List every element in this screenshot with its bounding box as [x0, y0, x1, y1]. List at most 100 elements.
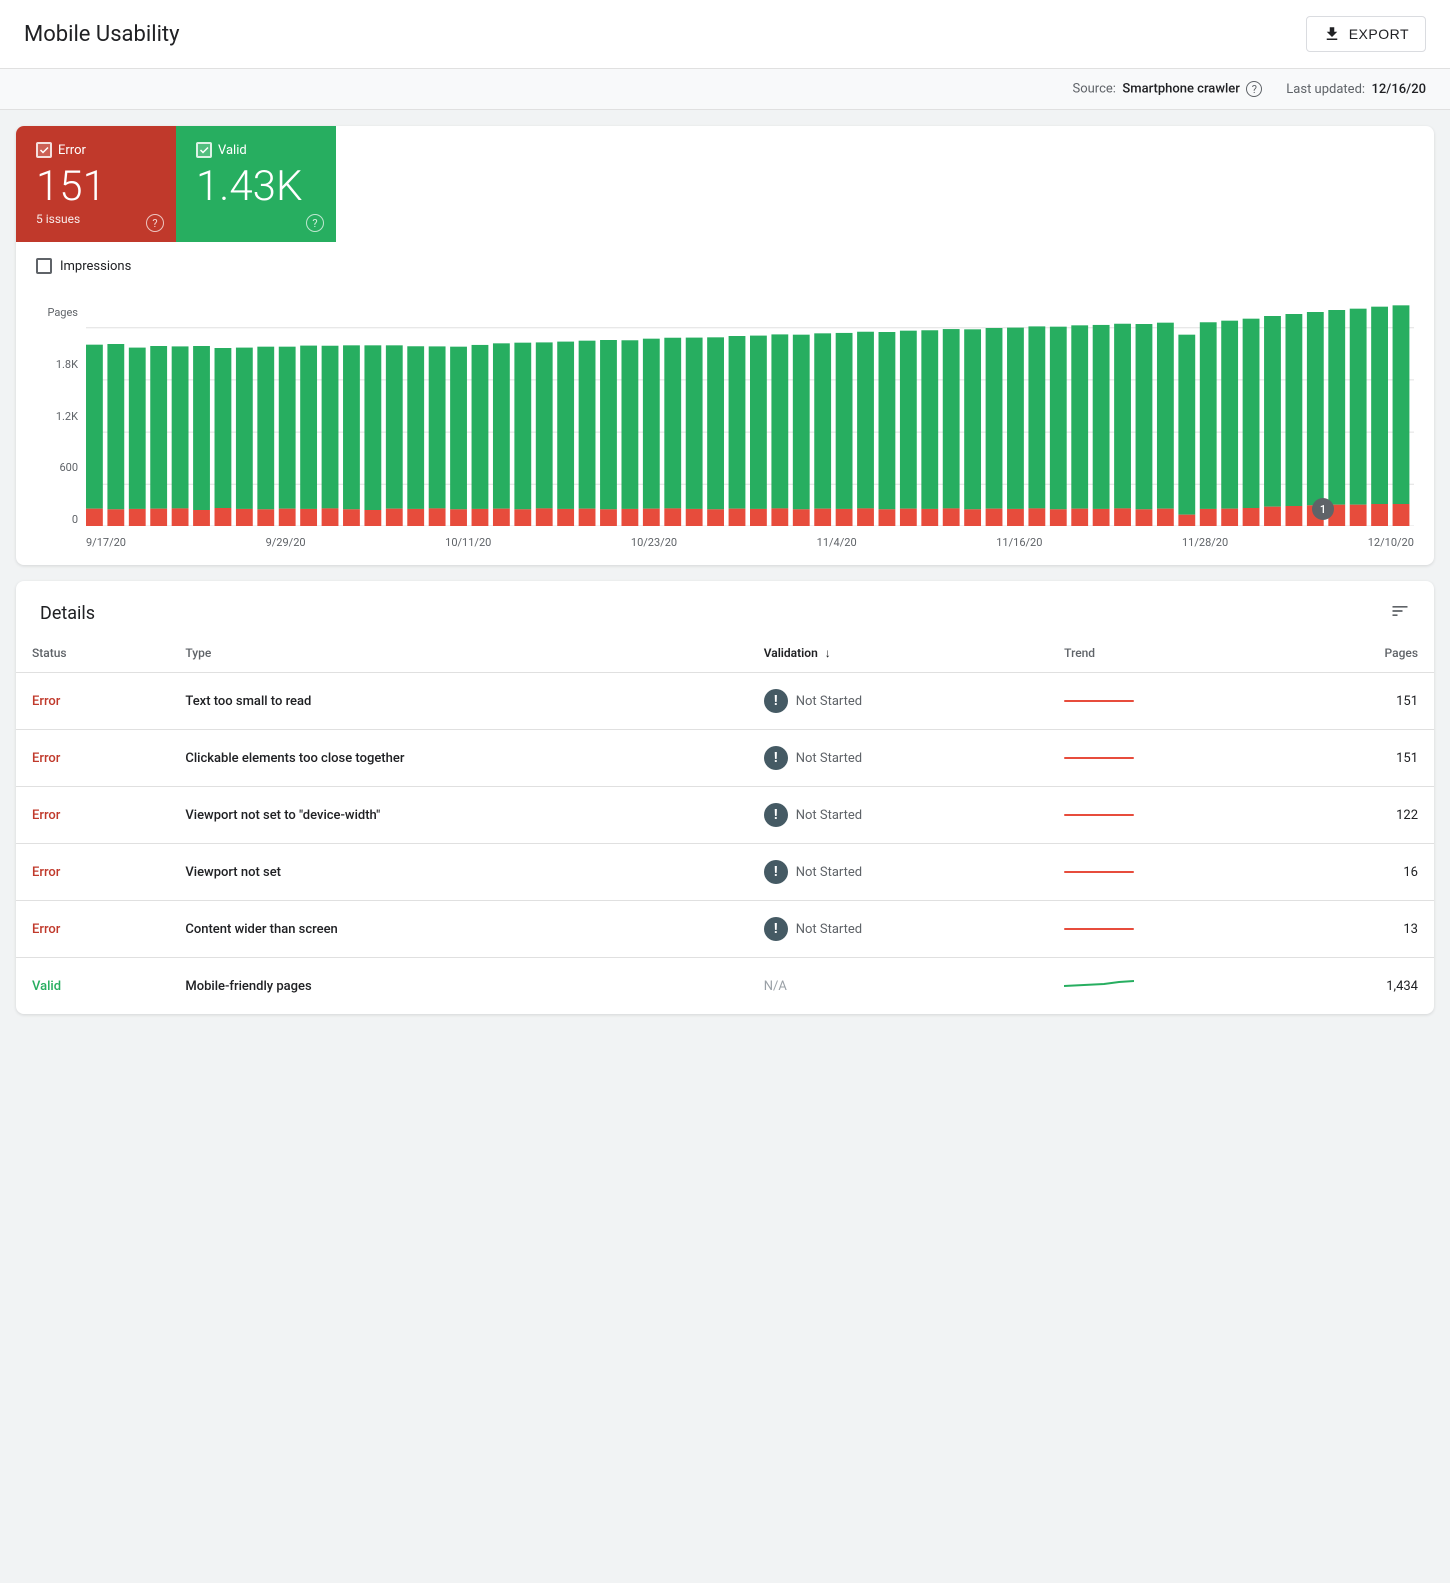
validation-td[interactable]: ! Not Started	[748, 730, 1048, 787]
trend-cell	[1048, 787, 1283, 844]
details-card: Details Status Type Validation ↓ Trend P…	[16, 581, 1434, 1014]
pages-cell: 16	[1283, 844, 1434, 901]
status-cell: Error	[16, 901, 169, 958]
y-tick-1800: 1.8K	[36, 358, 86, 371]
valid-count: 1.43K	[196, 166, 316, 208]
trend-cell	[1048, 901, 1283, 958]
check-icon	[199, 145, 209, 155]
chart-annotation[interactable]: 1	[1312, 498, 1334, 520]
error-checkbox[interactable]	[36, 142, 52, 158]
x-tick-6: 11/16/20	[996, 536, 1042, 549]
check-icon	[39, 145, 49, 155]
page-header: Mobile Usability EXPORT	[0, 0, 1450, 69]
validation-td[interactable]: ! Not Started	[748, 673, 1048, 730]
impressions-toggle[interactable]: Impressions	[36, 258, 1414, 274]
not-started-icon: !	[764, 860, 788, 884]
y-tick-1200: 1.2K	[36, 410, 86, 423]
status-cell: Error	[16, 844, 169, 901]
chart-section: Impressions Pages 1.8K 1.2K 600 0	[16, 242, 1434, 565]
col-pages: Pages	[1283, 634, 1434, 673]
y-tick-0: 0	[36, 513, 86, 526]
error-sub: 5 issues	[36, 212, 156, 226]
trend-cell	[1048, 730, 1283, 787]
error-help-icon[interactable]: ?	[146, 214, 164, 232]
type-cell[interactable]: Content wider than screen	[169, 901, 747, 958]
validation-td[interactable]: N/A	[748, 958, 1048, 1015]
type-cell[interactable]: Mobile-friendly pages	[169, 958, 747, 1015]
x-tick-3: 10/11/20	[445, 536, 491, 549]
valid-tile[interactable]: Valid 1.43K ?	[176, 126, 336, 242]
table-row[interactable]: Error Clickable elements too close toget…	[16, 730, 1434, 787]
status-cell: Error	[16, 730, 169, 787]
type-cell[interactable]: Viewport not set	[169, 844, 747, 901]
validation-td[interactable]: ! Not Started	[748, 844, 1048, 901]
validation-status: Not Started	[796, 751, 862, 766]
trend-cell	[1048, 958, 1283, 1015]
x-tick-2: 9/29/20	[266, 536, 306, 549]
validation-status: Not Started	[796, 865, 862, 880]
type-cell[interactable]: Viewport not set to "device-width"	[169, 787, 747, 844]
page-title: Mobile Usability	[24, 22, 180, 47]
col-status: Status	[16, 634, 169, 673]
validation-cell: ! Not Started	[764, 917, 1032, 941]
source-info: Source: Smartphone crawler ?	[1072, 81, 1262, 97]
pages-cell: 151	[1283, 673, 1434, 730]
table-header-row: Status Type Validation ↓ Trend Pages	[16, 634, 1434, 673]
status-cell: Valid	[16, 958, 169, 1015]
last-updated: Last updated: 12/16/20	[1286, 82, 1426, 97]
x-axis: 9/17/20 9/29/20 10/11/20 10/23/20 11/4/2…	[36, 530, 1414, 549]
status-cell: Error	[16, 673, 169, 730]
validation-cell: ! Not Started	[764, 860, 1032, 884]
details-header: Details	[16, 581, 1434, 634]
status-cell: Error	[16, 787, 169, 844]
pages-cell: 151	[1283, 730, 1434, 787]
type-cell[interactable]: Text too small to read	[169, 673, 747, 730]
valid-help-icon[interactable]: ?	[306, 214, 324, 232]
validation-na: N/A	[764, 979, 787, 994]
x-tick-8: 12/10/20	[1368, 536, 1414, 549]
error-count: 151	[36, 166, 156, 208]
col-type: Type	[169, 634, 747, 673]
chart-svg: // Generate bar data programmatically vi…	[86, 286, 1414, 526]
error-tile[interactable]: Error 151 5 issues ?	[16, 126, 176, 242]
impressions-label: Impressions	[60, 259, 131, 274]
trend-line-error	[1064, 871, 1134, 873]
trend-line-error	[1064, 814, 1134, 816]
trend-cell	[1048, 844, 1283, 901]
valid-checkbox[interactable]	[196, 142, 212, 158]
validation-status: Not Started	[796, 694, 862, 709]
table-row[interactable]: Error Content wider than screen ! Not St…	[16, 901, 1434, 958]
pages-cell: 1,434	[1283, 958, 1434, 1015]
download-icon	[1323, 25, 1341, 43]
validation-status: Not Started	[796, 808, 862, 823]
y-tick-600: 600	[36, 461, 86, 474]
y-label: Pages	[36, 306, 86, 319]
type-cell[interactable]: Clickable elements too close together	[169, 730, 747, 787]
impressions-checkbox[interactable]	[36, 258, 52, 274]
x-tick-5: 11/4/20	[817, 536, 857, 549]
col-trend: Trend	[1048, 634, 1283, 673]
export-button[interactable]: EXPORT	[1306, 16, 1426, 52]
summary-tiles: Error 151 5 issues ? Valid 1.43K ?	[16, 126, 1434, 242]
pages-cell: 13	[1283, 901, 1434, 958]
validation-status: Not Started	[796, 922, 862, 937]
filter-icon[interactable]	[1390, 601, 1410, 626]
not-started-icon: !	[764, 917, 788, 941]
validation-cell: ! Not Started	[764, 803, 1032, 827]
table-row[interactable]: Error Viewport not set to "device-width"…	[16, 787, 1434, 844]
chart-card: Error 151 5 issues ? Valid 1.43K ?	[16, 126, 1434, 565]
trend-cell	[1048, 673, 1283, 730]
table-row[interactable]: Error Text too small to read ! Not Start…	[16, 673, 1434, 730]
source-bar: Source: Smartphone crawler ? Last update…	[0, 69, 1450, 110]
validation-td[interactable]: ! Not Started	[748, 901, 1048, 958]
x-tick-7: 11/28/20	[1182, 536, 1228, 549]
trend-line-error	[1064, 757, 1134, 759]
x-tick-1: 9/17/20	[86, 536, 126, 549]
pages-cell: 122	[1283, 787, 1434, 844]
col-validation[interactable]: Validation ↓	[748, 634, 1048, 673]
source-help-icon[interactable]: ?	[1246, 81, 1262, 97]
not-started-icon: !	[764, 689, 788, 713]
validation-td[interactable]: ! Not Started	[748, 787, 1048, 844]
table-row[interactable]: Error Viewport not set ! Not Started 16	[16, 844, 1434, 901]
table-row[interactable]: Valid Mobile-friendly pages N/A 1,434	[16, 958, 1434, 1015]
